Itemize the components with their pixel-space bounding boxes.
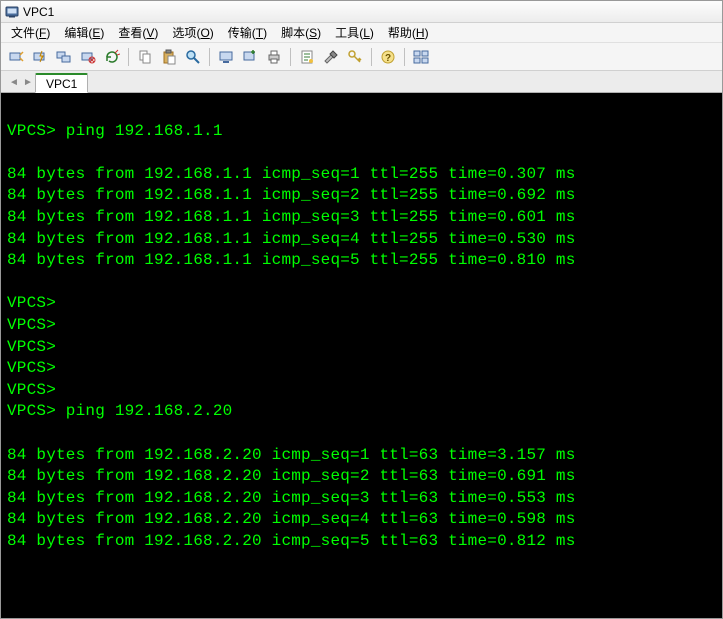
reconnect-icon[interactable] — [53, 46, 75, 68]
menu-transfer[interactable]: 传输(T) — [222, 22, 273, 43]
terminal-line: VPCS> — [7, 337, 716, 359]
toolbar-separator — [404, 48, 405, 66]
terminal-line: 84 bytes from 192.168.1.1 icmp_seq=5 ttl… — [7, 250, 716, 272]
title-bar: VPC1 — [1, 1, 722, 23]
terminal-line: VPCS> ping 192.168.1.1 — [7, 121, 716, 143]
terminal-line: VPCS> — [7, 293, 716, 315]
tab-scroll-left-icon[interactable]: ◄ — [7, 72, 21, 92]
settings-icon[interactable] — [320, 46, 342, 68]
tab-bar: ◄ ► VPC1 — [1, 71, 722, 93]
print-icon[interactable] — [263, 46, 285, 68]
terminal-line — [7, 423, 716, 445]
session-manager-icon[interactable] — [410, 46, 432, 68]
menu-help[interactable]: 帮助(H) — [382, 22, 435, 43]
window-title: VPC1 — [23, 5, 54, 19]
toolbar-separator — [371, 48, 372, 66]
terminal-line: VPCS> — [7, 315, 716, 337]
menu-options[interactable]: 选项(O) — [166, 22, 219, 43]
tab-vpc1[interactable]: VPC1 — [35, 73, 88, 93]
terminal-line: 84 bytes from 192.168.2.20 icmp_seq=1 tt… — [7, 445, 716, 467]
terminal-line: 84 bytes from 192.168.1.1 icmp_seq=2 ttl… — [7, 185, 716, 207]
menu-view[interactable]: 查看(V) — [112, 22, 164, 43]
terminal-line: VPCS> — [7, 380, 716, 402]
menu-tools[interactable]: 工具(L) — [329, 22, 380, 43]
menu-file[interactable]: 文件(F) — [5, 22, 56, 43]
menu-script[interactable]: 脚本(S) — [275, 22, 327, 43]
menu-edit[interactable]: 编辑(E) — [58, 22, 110, 43]
paste-icon[interactable] — [158, 46, 180, 68]
terminal-output[interactable]: VPCS> ping 192.168.1.1 84 bytes from 192… — [1, 93, 722, 618]
tab-scroll-right-icon[interactable]: ► — [21, 72, 35, 92]
print-screen-icon[interactable] — [215, 46, 237, 68]
toolbar: ? — [1, 43, 722, 71]
key-icon[interactable] — [344, 46, 366, 68]
find-icon[interactable] — [182, 46, 204, 68]
properties-icon[interactable] — [296, 46, 318, 68]
terminal-line: VPCS> ping 192.168.2.20 — [7, 401, 716, 423]
terminal-line: 84 bytes from 192.168.1.1 icmp_seq=1 ttl… — [7, 164, 716, 186]
terminal-line: 84 bytes from 192.168.1.1 icmp_seq=3 ttl… — [7, 207, 716, 229]
disconnect-icon[interactable] — [77, 46, 99, 68]
connect-icon[interactable] — [5, 46, 27, 68]
terminal-line: 84 bytes from 192.168.2.20 icmp_seq=2 tt… — [7, 466, 716, 488]
tab-label: VPC1 — [46, 77, 77, 91]
terminal-line — [7, 142, 716, 164]
quick-connect-icon[interactable] — [29, 46, 51, 68]
new-session-icon[interactable] — [239, 46, 261, 68]
toolbar-separator — [290, 48, 291, 66]
app-icon — [5, 5, 19, 19]
terminal-line: 84 bytes from 192.168.1.1 icmp_seq=4 ttl… — [7, 229, 716, 251]
menu-bar: 文件(F) 编辑(E) 查看(V) 选项(O) 传输(T) 脚本(S) 工具(L… — [1, 23, 722, 43]
terminal-line: 84 bytes from 192.168.2.20 icmp_seq=3 tt… — [7, 488, 716, 510]
copy-icon[interactable] — [134, 46, 156, 68]
reconnect-all-icon[interactable] — [101, 46, 123, 68]
toolbar-separator — [128, 48, 129, 66]
terminal-line: VPCS> — [7, 358, 716, 380]
terminal-line: 84 bytes from 192.168.2.20 icmp_seq=4 tt… — [7, 509, 716, 531]
svg-text:?: ? — [385, 53, 391, 64]
terminal-line — [7, 272, 716, 294]
toolbar-separator — [209, 48, 210, 66]
terminal-line: 84 bytes from 192.168.2.20 icmp_seq=5 tt… — [7, 531, 716, 553]
terminal-line — [7, 99, 716, 121]
help-icon[interactable]: ? — [377, 46, 399, 68]
